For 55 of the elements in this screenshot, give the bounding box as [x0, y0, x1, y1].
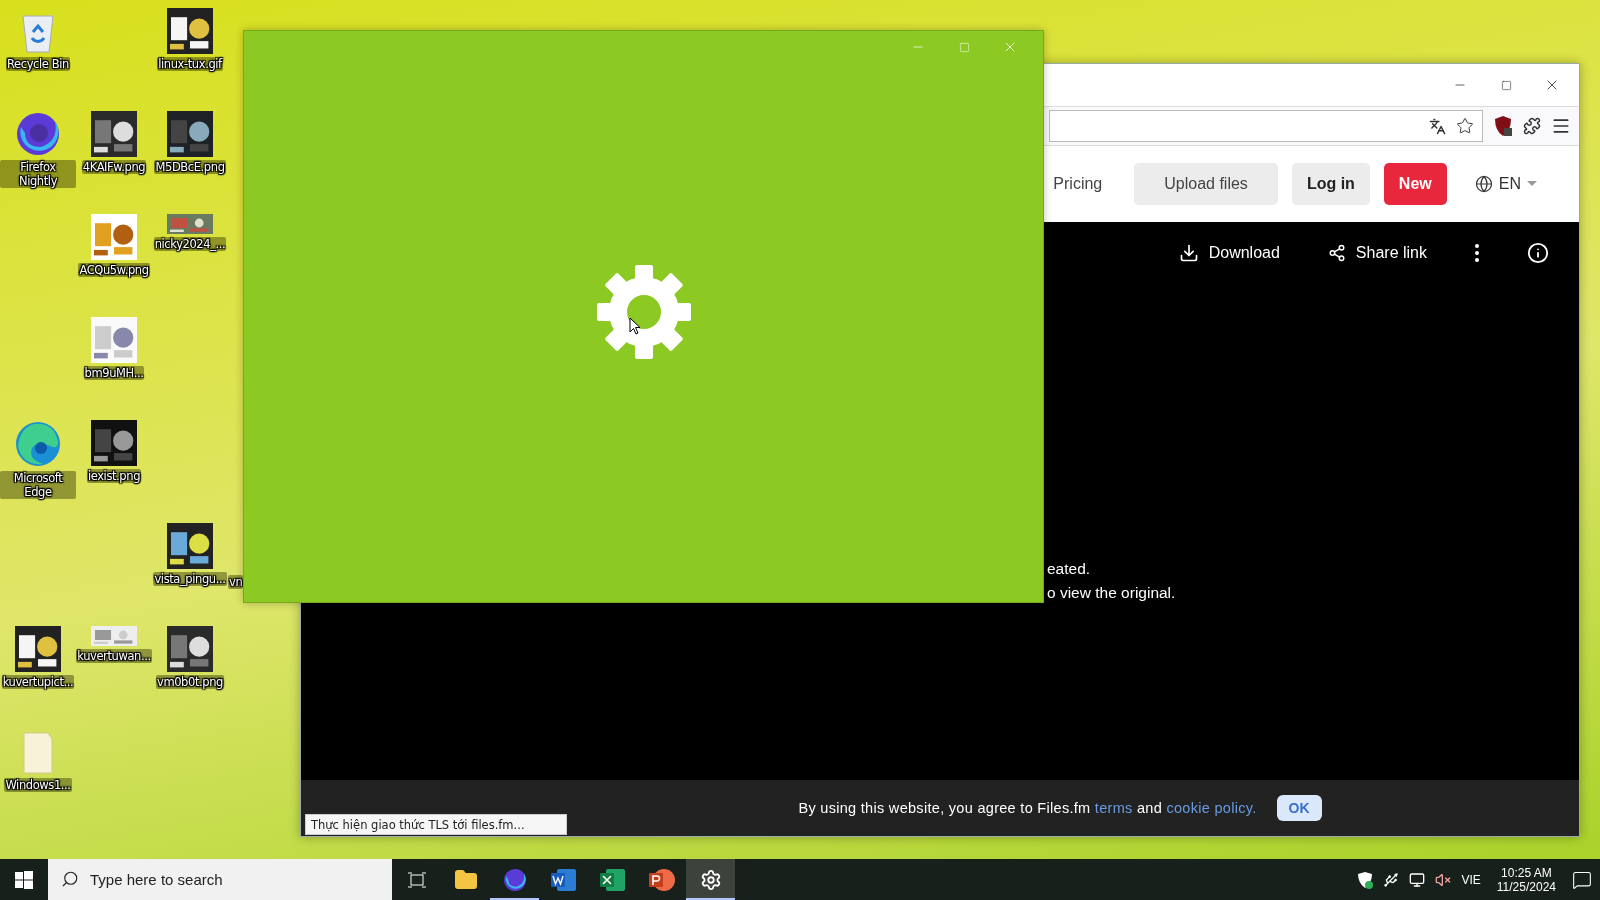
pointer-icon	[629, 317, 641, 336]
desktop-icon-label[interactable]: Microsoft Edge	[0, 471, 76, 499]
muted-volume-icon	[1435, 871, 1452, 888]
download-button[interactable]: Download	[1178, 243, 1280, 263]
notifications-icon[interactable]	[1572, 869, 1592, 890]
nav-link[interactable]: Pricing	[1053, 175, 1103, 193]
gear-icon	[594, 263, 693, 361]
search-field[interactable]: Type here to search	[48, 859, 392, 900]
message-text: o view the original.	[1047, 584, 1177, 602]
language-indicator[interactable]: VIE	[1461, 872, 1481, 887]
excel-icon	[599, 867, 626, 892]
info-button[interactable]	[1527, 242, 1549, 264]
download-icon	[1178, 243, 1199, 263]
desktop-icon-label[interactable]: Firefox Nightly	[0, 160, 76, 188]
maximize-icon	[1500, 79, 1512, 91]
network-icon	[1409, 871, 1426, 888]
firefox-icon	[502, 867, 527, 892]
firefox-icon	[15, 111, 61, 157]
settings-icon	[699, 868, 722, 891]
status-text: Thực hiện giao thức TLS tới files.fm...	[305, 814, 567, 835]
shield-icon[interactable]	[1493, 115, 1513, 137]
puzzle-icon[interactable]	[1523, 117, 1541, 135]
share-link-button[interactable]: Share link	[1327, 244, 1427, 262]
word-icon	[550, 867, 577, 892]
security-icon	[1357, 870, 1374, 889]
globe-icon	[1474, 175, 1493, 193]
edge-icon	[14, 420, 62, 468]
ok-button[interactable]: OK	[1276, 795, 1322, 821]
taskbar-app-button[interactable]	[686, 859, 735, 900]
maximize-icon	[958, 41, 970, 53]
menu-icon[interactable]	[1551, 116, 1571, 136]
clock-date[interactable]: 11/25/2024	[1496, 879, 1556, 894]
clock-time[interactable]: 10:25 AM	[1501, 865, 1552, 880]
share-icon	[1327, 244, 1346, 262]
desktop-icon-label[interactable]: vista_pingu...	[153, 572, 227, 586]
usb-icon	[1383, 871, 1400, 888]
more-options-button[interactable]	[1475, 244, 1479, 262]
star-icon[interactable]	[1456, 117, 1474, 135]
folder-icon	[453, 867, 478, 892]
cookie-policy-link[interactable]: cookie policy.	[1166, 800, 1257, 816]
more-icon	[1475, 244, 1479, 262]
login-button[interactable]: Log in	[1291, 163, 1370, 205]
terms-link[interactable]: terms	[1094, 800, 1133, 816]
desktop-icon-label[interactable]: 4KAIFw.png	[81, 160, 147, 174]
windows-logo-icon	[15, 870, 33, 889]
info-icon	[1527, 242, 1549, 264]
cookie-notice: By using this website, you agree to Files.fm terms and cookie policy.	[798, 800, 1257, 816]
message-text: eated.	[1047, 560, 1092, 578]
new-button[interactable]: New	[1383, 163, 1447, 205]
language-selector[interactable]: EN	[1468, 174, 1543, 194]
translate-icon[interactable]	[1429, 117, 1446, 135]
caret-icon	[1527, 181, 1537, 187]
powerpoint-icon	[648, 867, 675, 892]
task-view-icon	[406, 870, 427, 889]
upload-button[interactable]: Upload files	[1134, 163, 1278, 205]
